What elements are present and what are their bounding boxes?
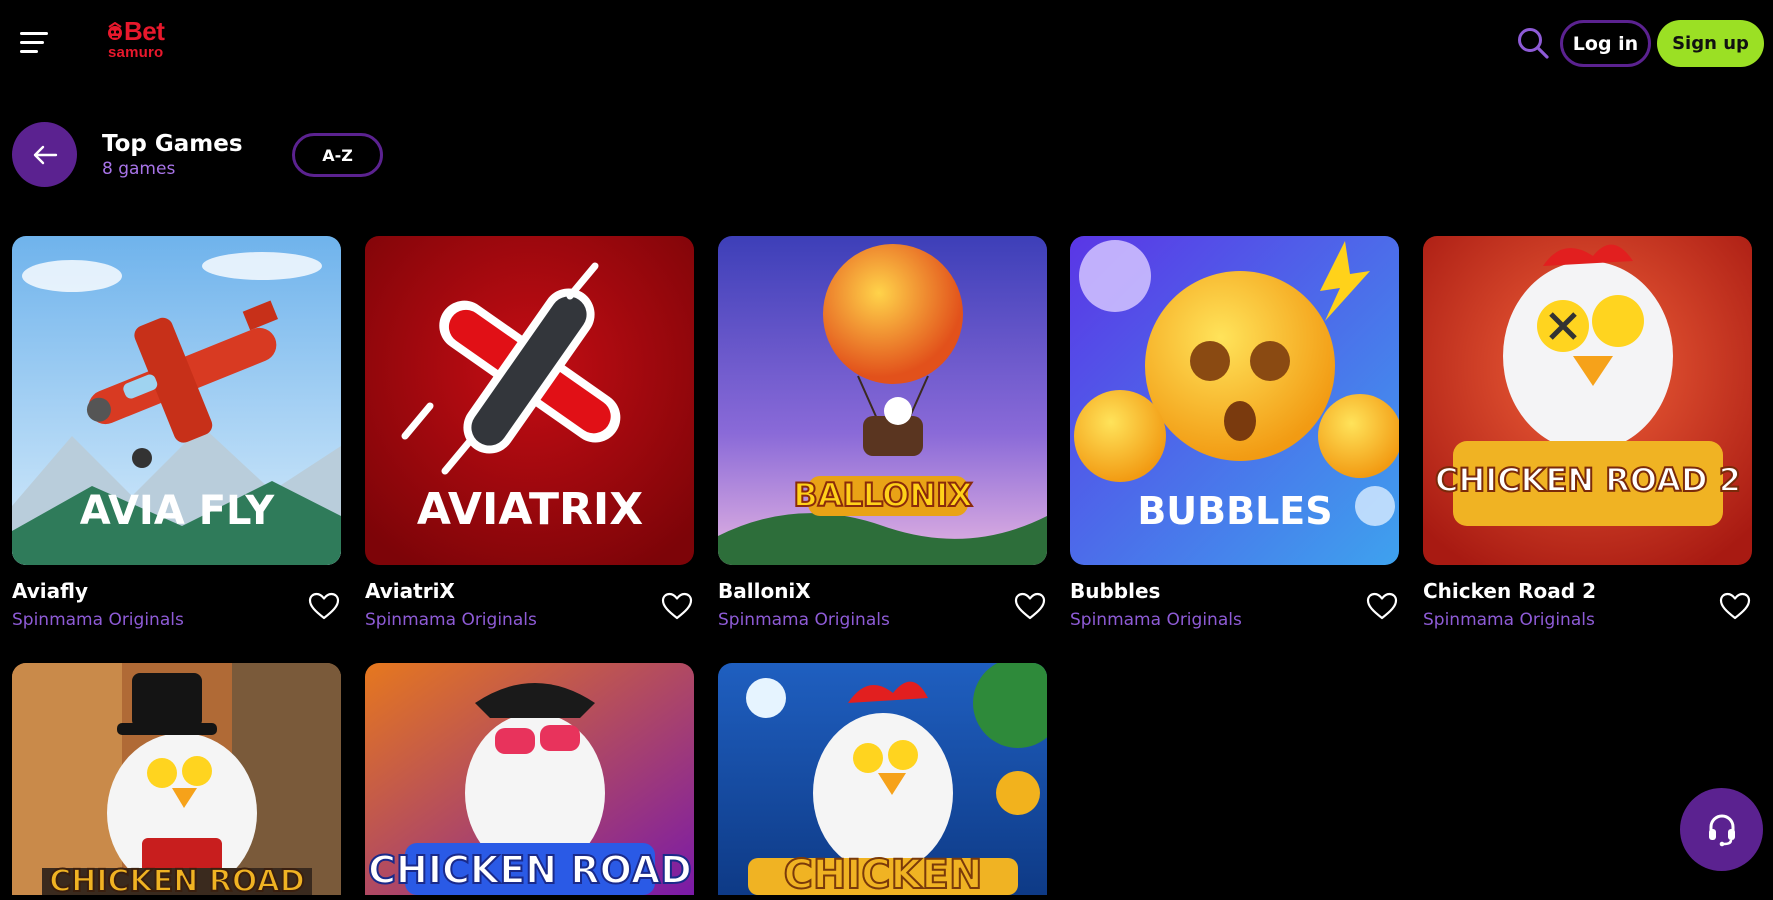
game-thumbnail[interactable]: AVIATRIX — [365, 236, 694, 565]
game-art-title: BUBBLES — [1137, 489, 1332, 533]
heart-icon — [661, 592, 693, 620]
favorite-button[interactable] — [1366, 591, 1398, 621]
samurai-mask-icon — [108, 22, 122, 40]
login-button[interactable]: Log in — [1560, 20, 1651, 67]
menu-icon — [20, 32, 48, 35]
game-title[interactable]: Bubbles — [1070, 579, 1160, 603]
game-title[interactable]: AviatriX — [365, 579, 455, 603]
arrow-left-icon — [33, 145, 57, 164]
game-title[interactable]: Chicken Road 2 — [1423, 579, 1596, 603]
sort-az-button[interactable]: A-Z — [292, 133, 383, 177]
chicken-road-artwork: CHICKEN ROAD — [12, 663, 341, 895]
game-thumbnail[interactable]: AVIA FLY — [12, 236, 341, 565]
game-art-title: AVIATRIX — [417, 484, 643, 535]
favorite-button[interactable] — [661, 591, 693, 621]
game-thumbnail[interactable]: CHICKEN ROAD — [365, 663, 694, 895]
game-art-title: CHICKEN ROAD — [49, 864, 305, 895]
aviatrix-artwork: AVIATRIX — [365, 236, 694, 565]
search-icon — [1518, 28, 1549, 59]
bubbles-artwork: BUBBLES — [1070, 236, 1399, 565]
heart-icon — [308, 592, 340, 620]
brand-subname: samuro — [108, 44, 164, 61]
game-art-title: AVIA FLY — [80, 488, 276, 534]
ballonix-artwork: BALLONIX — [718, 236, 1047, 565]
games-count: 8 games — [102, 159, 176, 179]
favorite-button[interactable] — [1719, 591, 1751, 621]
game-provider: Spinmama Originals — [1423, 610, 1595, 630]
headset-icon — [1708, 814, 1735, 846]
aviafly-artwork: AVIA FLY — [12, 236, 341, 565]
brand-logo[interactable]: Bet samuro — [106, 16, 186, 62]
favorite-button[interactable] — [1014, 591, 1046, 621]
menu-button[interactable] — [20, 32, 50, 54]
game-title[interactable]: Aviafly — [12, 579, 88, 603]
game-art-title: CHICKEN — [784, 852, 983, 895]
game-provider: Spinmama Originals — [718, 610, 890, 630]
game-art-title: CHICKEN ROAD — [368, 848, 692, 892]
game-title[interactable]: BalloniX — [718, 579, 811, 603]
game-thumbnail[interactable]: BALLONIX — [718, 236, 1047, 565]
brand-name: Bet — [124, 16, 165, 46]
game-thumbnail[interactable]: CHICKEN ROAD 2 — [1423, 236, 1752, 565]
game-art-title: CHICKEN ROAD 2 — [1435, 461, 1741, 499]
page-title: Top Games — [102, 131, 243, 157]
game-provider: Spinmama Originals — [12, 610, 184, 630]
top-header: Bet samuro Log in Sign up — [0, 0, 1773, 88]
game-provider: Spinmama Originals — [1070, 610, 1242, 630]
game-thumbnail[interactable]: CHICKEN ROAD — [12, 663, 341, 895]
heart-icon — [1366, 592, 1398, 620]
game-thumbnail[interactable]: BUBBLES — [1070, 236, 1399, 565]
chicken-road-2-artwork: CHICKEN ROAD 2 — [1423, 236, 1752, 565]
heart-icon — [1719, 592, 1751, 620]
search-button[interactable] — [1516, 26, 1550, 60]
heart-icon — [1014, 592, 1046, 620]
chicken-road-vegas-artwork: CHICKEN ROAD — [365, 663, 694, 895]
game-thumbnail[interactable]: CHICKEN — [718, 663, 1047, 895]
back-button[interactable] — [12, 122, 77, 187]
favorite-button[interactable] — [308, 591, 340, 621]
game-art-title: BALLONIX — [793, 476, 973, 514]
chicken-artwork: CHICKEN — [718, 663, 1047, 895]
signup-button[interactable]: Sign up — [1657, 20, 1764, 67]
game-provider: Spinmama Originals — [365, 610, 537, 630]
support-chat-button[interactable] — [1680, 788, 1763, 871]
